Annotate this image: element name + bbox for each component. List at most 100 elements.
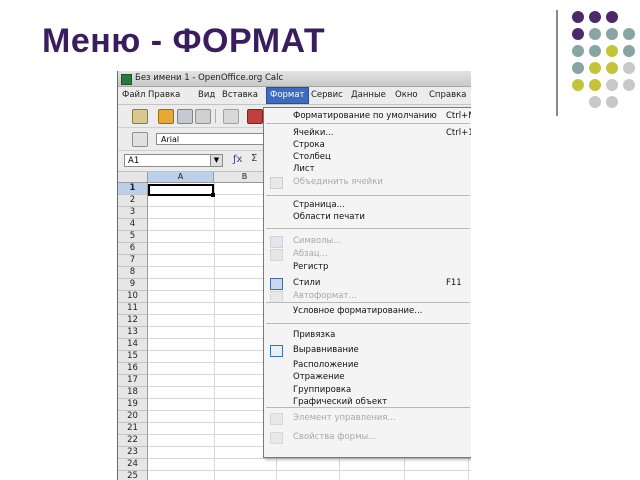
email-icon[interactable] — [195, 109, 211, 124]
active-cell[interactable] — [148, 184, 214, 196]
format-menu-item[interactable]: Форматирование по умолчанию Ctrl+M — [264, 110, 471, 122]
decor-dot — [589, 79, 601, 91]
row-header[interactable]: 12 — [118, 315, 148, 327]
row-header[interactable]: 6 — [118, 243, 148, 255]
fill-handle[interactable] — [211, 193, 215, 197]
grid-line — [148, 458, 471, 459]
format-menu-item[interactable]: Столбец — [264, 151, 471, 163]
row-header[interactable]: 21 — [118, 423, 148, 435]
format-menu-item-label: Символы... — [293, 236, 342, 246]
row-header[interactable]: 14 — [118, 339, 148, 351]
menu-insert[interactable]: Вставка — [222, 87, 258, 104]
row-header[interactable]: 3 — [118, 207, 148, 219]
window-title: Без имени 1 - OpenOffice.org Calc — [135, 73, 284, 83]
format-menu-item-label: Регистр — [293, 262, 329, 272]
control-icon — [270, 413, 283, 425]
format-menu-item-label: Ячейки... — [293, 128, 334, 138]
decor-dot — [606, 11, 618, 23]
format-menu-item[interactable]: Графический объект — [264, 396, 471, 408]
row-header[interactable]: 18 — [118, 387, 148, 399]
format-menu-item-label: Страница... — [293, 200, 345, 210]
format-menu-item[interactable]: Привязка — [264, 329, 471, 341]
row-header[interactable]: 7 — [118, 255, 148, 267]
sum-icon[interactable]: Σ — [251, 153, 257, 164]
row-header[interactable]: 20 — [118, 411, 148, 423]
row-header[interactable]: 17 — [118, 375, 148, 387]
decor-dot — [589, 28, 601, 40]
row-header[interactable]: 4 — [118, 219, 148, 231]
row-header[interactable]: 13 — [118, 327, 148, 339]
row-header[interactable]: 10 — [118, 291, 148, 303]
menu-format[interactable]: Формат — [266, 87, 309, 104]
decor-dot — [589, 45, 601, 57]
calc-window: Без имени 1 - OpenOffice.org Calc Файл П… — [117, 71, 471, 480]
format-menu-item-label: Свойства формы... — [293, 432, 377, 442]
decor-dot — [623, 28, 635, 40]
menu-view[interactable]: Вид — [198, 87, 215, 104]
row-header[interactable]: 23 — [118, 447, 148, 459]
format-menu-item[interactable]: Условное форматирование... — [264, 305, 471, 317]
name-box-dropdown-icon[interactable]: ▼ — [210, 154, 223, 167]
row-header[interactable]: 24 — [118, 459, 148, 471]
row-header[interactable]: 1 — [118, 183, 148, 195]
export-pdf-icon[interactable] — [247, 109, 263, 124]
save-icon[interactable] — [177, 109, 193, 124]
menu-file[interactable]: Файл — [122, 87, 145, 104]
format-menu-item-label: Графический объект — [293, 397, 388, 407]
format-menu-item-label: Абзац... — [293, 249, 328, 259]
format-menu-item-label: Условное форматирование... — [293, 306, 423, 316]
function-wizard-icon[interactable]: ƒx — [233, 154, 242, 165]
format-menu-item[interactable]: Строка — [264, 139, 471, 151]
menu-window[interactable]: Окно — [395, 87, 418, 104]
menu-data[interactable]: Данные — [351, 87, 386, 104]
format-menu-item[interactable]: Ячейки... Ctrl+1 — [264, 127, 471, 139]
decor-dot — [572, 45, 584, 57]
slide-title: Меню - ФОРМАТ — [42, 22, 326, 60]
window-titlebar: Без имени 1 - OpenOffice.org Calc — [118, 71, 471, 87]
format-menu-item[interactable]: Регистр — [264, 261, 471, 273]
menu-tools[interactable]: Сервис — [311, 87, 343, 104]
font-name-box[interactable]: Arial — [156, 133, 264, 145]
format-menu-item-shortcut: F11 — [446, 278, 462, 288]
new-document-icon[interactable] — [132, 109, 148, 124]
row-header[interactable]: 9 — [118, 279, 148, 291]
row-header[interactable]: 11 — [118, 303, 148, 315]
styles-icon — [270, 278, 283, 290]
row-header[interactable]: 19 — [118, 399, 148, 411]
format-menu-item[interactable]: Страница... — [264, 199, 471, 211]
column-header-a[interactable]: A — [148, 172, 214, 183]
decor-dot — [572, 11, 584, 23]
menu-help[interactable]: Справка — [429, 87, 466, 104]
format-menu-item: Объединить ячейки — [264, 176, 471, 189]
open-folder-icon[interactable] — [158, 109, 174, 124]
row-header[interactable]: 8 — [118, 267, 148, 279]
format-menu-item-label: Стили — [293, 278, 321, 288]
row-header[interactable]: 5 — [118, 231, 148, 243]
row-header[interactable]: 15 — [118, 351, 148, 363]
format-menu-item[interactable]: Области печати — [264, 211, 471, 223]
menu-edit[interactable]: Правка — [148, 87, 180, 104]
format-menu-item[interactable]: Выравнивание — [264, 344, 471, 357]
paragraph-icon — [270, 249, 283, 261]
decor-dot — [623, 62, 635, 74]
format-menu-item: Символы... — [264, 235, 471, 248]
format-menu-item[interactable]: Отражение — [264, 371, 471, 383]
format-menu-item: Автоформат... — [264, 290, 471, 303]
edit-file-icon[interactable] — [223, 109, 239, 124]
select-all-corner[interactable] — [118, 172, 148, 183]
row-header[interactable]: 16 — [118, 363, 148, 375]
decor-dot — [589, 62, 601, 74]
format-menu-item-shortcut: Ctrl+1 — [446, 128, 471, 138]
decor-dot — [606, 96, 618, 108]
row-header[interactable]: 2 — [118, 195, 148, 207]
name-box[interactable]: A1 — [124, 154, 212, 167]
row-header[interactable]: 22 — [118, 435, 148, 447]
format-menu-item[interactable]: Лист — [264, 163, 471, 175]
format-menu-item: Абзац... — [264, 248, 471, 261]
decor-dot — [606, 45, 618, 57]
format-menu-item[interactable]: Группировка — [264, 384, 471, 396]
format-menu-item[interactable]: Стили F11 — [264, 277, 471, 290]
stylist-icon[interactable] — [132, 132, 148, 147]
row-header[interactable]: 25 — [118, 471, 148, 480]
format-menu-item[interactable]: Расположение — [264, 359, 471, 371]
